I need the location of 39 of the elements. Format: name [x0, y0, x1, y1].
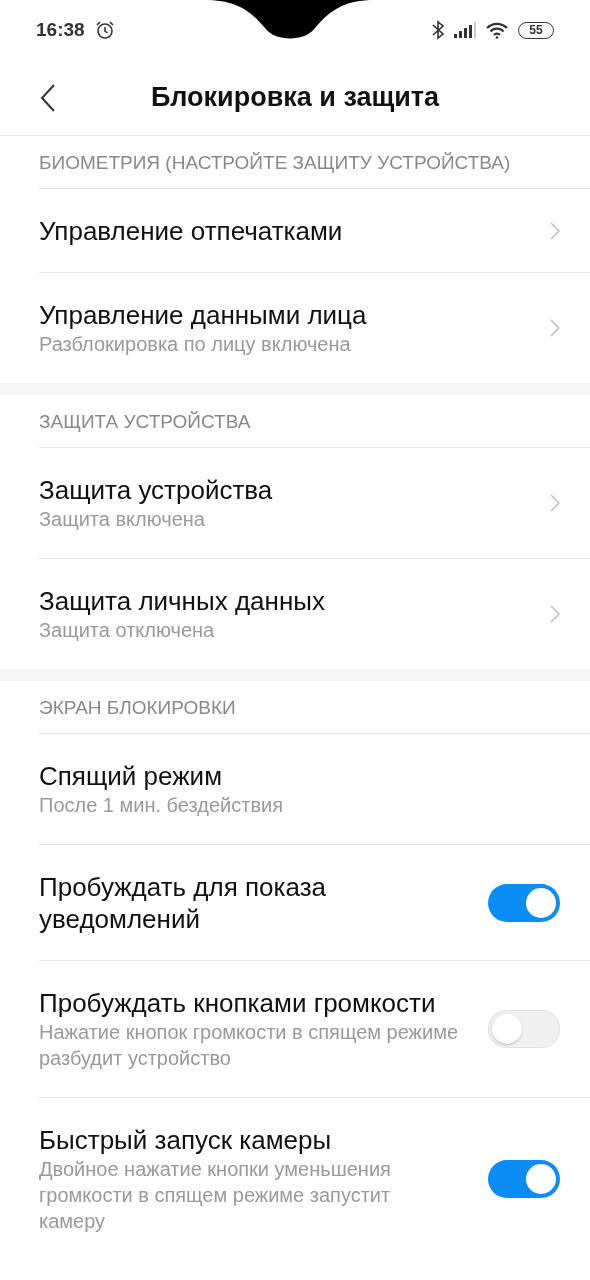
bluetooth-icon [432, 20, 444, 40]
item-title: Защита личных данных [39, 585, 326, 617]
chevron-right-icon [550, 494, 560, 512]
settings-row[interactable]: Быстрый запуск камеры Двойное нажатие кнопки уменьшения громкости в спящем режиме запустит камеру [39, 1098, 590, 1260]
alarm-icon [94, 20, 115, 40]
section-header: БИОМЕТРИЯ (НАСТРОЙТЕ ЗАЩИТУ УСТРОЙСТВА) [39, 136, 590, 189]
wifi-icon [486, 21, 508, 39]
item-title: Пробуждать для показа уведомлений [39, 871, 328, 935]
item-subtitle: После 1 мин. бездействия [39, 793, 284, 818]
settings-row[interactable]: Управление отпечатками [39, 189, 590, 273]
item-title: Пробуждать кнопками громкости [39, 987, 437, 1019]
page-title: Блокировка и защита [150, 82, 440, 113]
item-title: Управление отпечатками [39, 215, 344, 247]
settings-row[interactable]: Управление данными лица Разблокировка по лицу включена [39, 273, 590, 383]
chevron-right-icon [550, 222, 560, 240]
item-subtitle: Защита включена [39, 507, 206, 532]
settings-row[interactable]: Пробуждать для показа уведомлений [39, 845, 590, 961]
settings-row[interactable]: Пробуждать кнопками громкости Нажатие кнопок громкости в спящем режиме разбудит устройство [39, 961, 590, 1098]
settings-row[interactable]: Спящий режим После 1 мин. бездействия [39, 734, 590, 845]
section-header: ЭКРАН БЛОКИРОВКИ [39, 681, 590, 734]
toggle-switch[interactable] [488, 884, 560, 922]
section-header: ЗАЩИТА УСТРОЙСТВА [39, 395, 590, 448]
item-subtitle: Нажатие кнопок громкости в спящем режиме разбудит устройство [39, 1020, 459, 1071]
chevron-right-icon [550, 605, 560, 623]
item-title: Быстрый запуск камеры [39, 1124, 333, 1156]
back-icon [40, 84, 56, 112]
item-subtitle: Двойное нажатие кнопки уменьшения громкости в спящем режиме запустит камеру [39, 1157, 392, 1234]
chevron-right-icon [550, 319, 560, 337]
item-subtitle: Защита отключена [39, 618, 216, 643]
settings-row[interactable]: Защита личных данных Защита отключена [39, 559, 590, 669]
status-time: 16:38 [36, 19, 85, 41]
item-title: Управление данными лица [39, 299, 368, 331]
toggle-switch[interactable] [488, 1160, 560, 1198]
toggle-switch[interactable] [488, 1010, 560, 1048]
settings-row[interactable]: Защита устройства Защита включена [39, 448, 590, 559]
signal-icon [454, 22, 476, 38]
item-title: Защита устройства [39, 474, 274, 506]
item-subtitle: Разблокировка по лицу включена [39, 332, 352, 357]
item-title: Спящий режим [39, 760, 223, 792]
